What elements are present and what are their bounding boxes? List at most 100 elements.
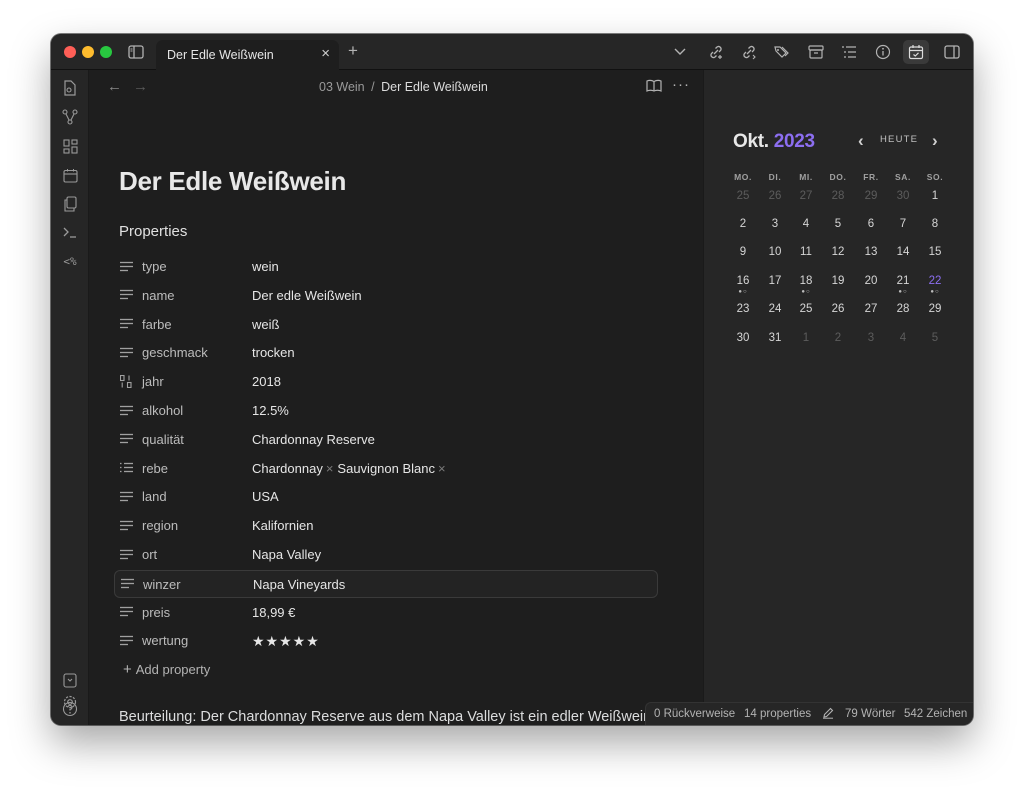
close-window-button[interactable] — [64, 46, 76, 58]
status-properties[interactable]: 14 properties — [744, 708, 811, 720]
property-key[interactable]: type — [142, 259, 167, 274]
calendar-day[interactable]: 2 — [824, 332, 852, 344]
calendar-day[interactable]: 16 — [729, 275, 757, 287]
vault-icon[interactable] — [60, 670, 80, 690]
property-key[interactable]: alkohol — [142, 403, 183, 418]
note-title[interactable]: Der Edle Weißwein — [119, 166, 346, 197]
property-value[interactable]: USA — [252, 489, 279, 504]
tab-close-button[interactable]: × — [321, 46, 330, 62]
number-icon[interactable] — [119, 374, 133, 388]
calendar-day[interactable]: 28 — [889, 303, 917, 315]
link-icon[interactable] — [739, 42, 759, 62]
outline-icon[interactable] — [839, 42, 859, 62]
calendar-day[interactable]: 29 — [857, 190, 885, 202]
calendar-day[interactable]: 25 — [729, 190, 757, 202]
property-value[interactable]: ★★★★★ — [252, 633, 320, 650]
calendar-day[interactable]: 1 — [792, 332, 820, 344]
property-value[interactable]: Der edle Weißwein — [252, 288, 362, 303]
calendar-icon[interactable] — [60, 165, 80, 185]
today-button[interactable]: HEUTE — [880, 134, 918, 145]
calendar-day[interactable]: 29 — [921, 303, 949, 315]
property-key[interactable]: land — [142, 489, 167, 504]
property-key[interactable]: name — [142, 288, 175, 303]
sidebar-toggle-icon[interactable] — [126, 42, 146, 62]
property-row-type[interactable]: type wein — [114, 253, 658, 281]
property-row-rebe[interactable]: rebe Chardonnay × Sauvignon Blanc × — [114, 455, 658, 483]
property-row-farbe[interactable]: farbe weiß — [114, 311, 658, 339]
property-value[interactable]: Napa Valley — [252, 547, 321, 562]
text-lines-icon[interactable] — [119, 633, 133, 647]
property-row-land[interactable]: land USA — [114, 483, 658, 511]
calendar-day[interactable]: 3 — [761, 218, 789, 230]
pill-remove-icon[interactable]: × — [438, 461, 446, 476]
calendar-day[interactable]: 26 — [824, 303, 852, 315]
pencil-icon[interactable] — [822, 707, 834, 722]
previous-month-icon[interactable]: ‹ — [858, 131, 864, 151]
calendar-day[interactable]: 31 — [761, 332, 789, 344]
breadcrumb-current[interactable]: Der Edle Weißwein — [381, 80, 488, 94]
canvas-icon[interactable] — [60, 136, 80, 156]
text-lines-icon[interactable] — [119, 547, 133, 561]
property-key[interactable]: farbe — [142, 317, 172, 332]
list-icon[interactable] — [119, 461, 133, 475]
settings-icon[interactable] — [60, 692, 80, 712]
property-key[interactable]: wertung — [142, 633, 188, 648]
next-month-icon[interactable]: › — [932, 131, 938, 151]
info-icon[interactable] — [873, 42, 893, 62]
calendar-day[interactable]: 6 — [857, 218, 885, 230]
property-row-region[interactable]: region Kalifornien — [114, 512, 658, 540]
breadcrumb-folder[interactable]: 03 Wein — [319, 80, 365, 94]
text-lines-icon[interactable] — [119, 489, 133, 503]
properties-heading[interactable]: Properties — [119, 223, 187, 240]
chevron-down-icon[interactable] — [670, 42, 690, 62]
property-value[interactable]: weiß — [252, 317, 279, 332]
pill-remove-icon[interactable]: × — [326, 461, 334, 476]
right-sidebar-icon[interactable] — [942, 42, 962, 62]
property-pill[interactable]: Sauvignon Blanc — [337, 461, 435, 476]
property-value[interactable]: Chardonnay Reserve — [252, 432, 375, 447]
text-lines-icon[interactable] — [119, 518, 133, 532]
calendar-day[interactable]: 20 — [857, 275, 885, 287]
calendar-day[interactable]: 25 — [792, 303, 820, 315]
text-lines-icon[interactable] — [119, 259, 133, 273]
forward-arrow-icon[interactable]: → — [133, 78, 148, 95]
property-row-alkohol[interactable]: alkohol 12.5% — [114, 397, 658, 425]
calendar-day[interactable]: 7 — [889, 218, 917, 230]
graph-icon[interactable] — [60, 107, 80, 127]
back-arrow-icon[interactable]: ← — [107, 78, 122, 95]
calendar-day[interactable]: 9 — [729, 246, 757, 258]
templater-icon[interactable]: <% — [60, 251, 80, 271]
calendar-day[interactable]: 11 — [792, 246, 820, 258]
calendar-day[interactable]: 27 — [792, 190, 820, 202]
calendar-day[interactable]: 23 — [729, 303, 757, 315]
property-key[interactable]: rebe — [142, 461, 168, 476]
calendar-day[interactable]: 27 — [857, 303, 885, 315]
property-key[interactable]: geschmack — [142, 345, 208, 360]
text-lines-icon[interactable] — [119, 288, 133, 302]
property-row-qualität[interactable]: qualität Chardonnay Reserve — [114, 426, 658, 454]
property-value[interactable]: Kalifornien — [252, 518, 313, 533]
property-key[interactable]: winzer — [143, 577, 181, 592]
calendar-day[interactable]: 14 — [889, 246, 917, 258]
calendar-day[interactable]: 19 — [824, 275, 852, 287]
text-lines-icon[interactable] — [119, 345, 133, 359]
status-backlinks[interactable]: 0 Rückverweise — [654, 708, 735, 720]
calendar-day[interactable]: 13 — [857, 246, 885, 258]
text-lines-icon[interactable] — [120, 577, 134, 591]
property-key[interactable]: jahr — [142, 374, 164, 389]
calendar-day[interactable]: 30 — [889, 190, 917, 202]
minimize-window-button[interactable] — [82, 46, 94, 58]
calendar-day[interactable]: 4 — [792, 218, 820, 230]
property-row-geschmack[interactable]: geschmack trocken — [114, 339, 658, 367]
new-tab-button[interactable]: + — [348, 42, 358, 60]
tags-icon[interactable] — [772, 42, 792, 62]
calendar-day[interactable]: 5 — [824, 218, 852, 230]
property-value[interactable]: Napa Vineyards — [253, 577, 345, 592]
property-value[interactable]: trocken — [252, 345, 295, 360]
text-lines-icon[interactable] — [119, 317, 133, 331]
calendar-check-icon[interactable] — [903, 40, 929, 64]
calendar-day[interactable]: 4 — [889, 332, 917, 344]
property-row-preis[interactable]: preis 18,99 € — [114, 599, 658, 627]
calendar-day[interactable]: 5 — [921, 332, 949, 344]
property-key[interactable]: qualität — [142, 432, 184, 447]
